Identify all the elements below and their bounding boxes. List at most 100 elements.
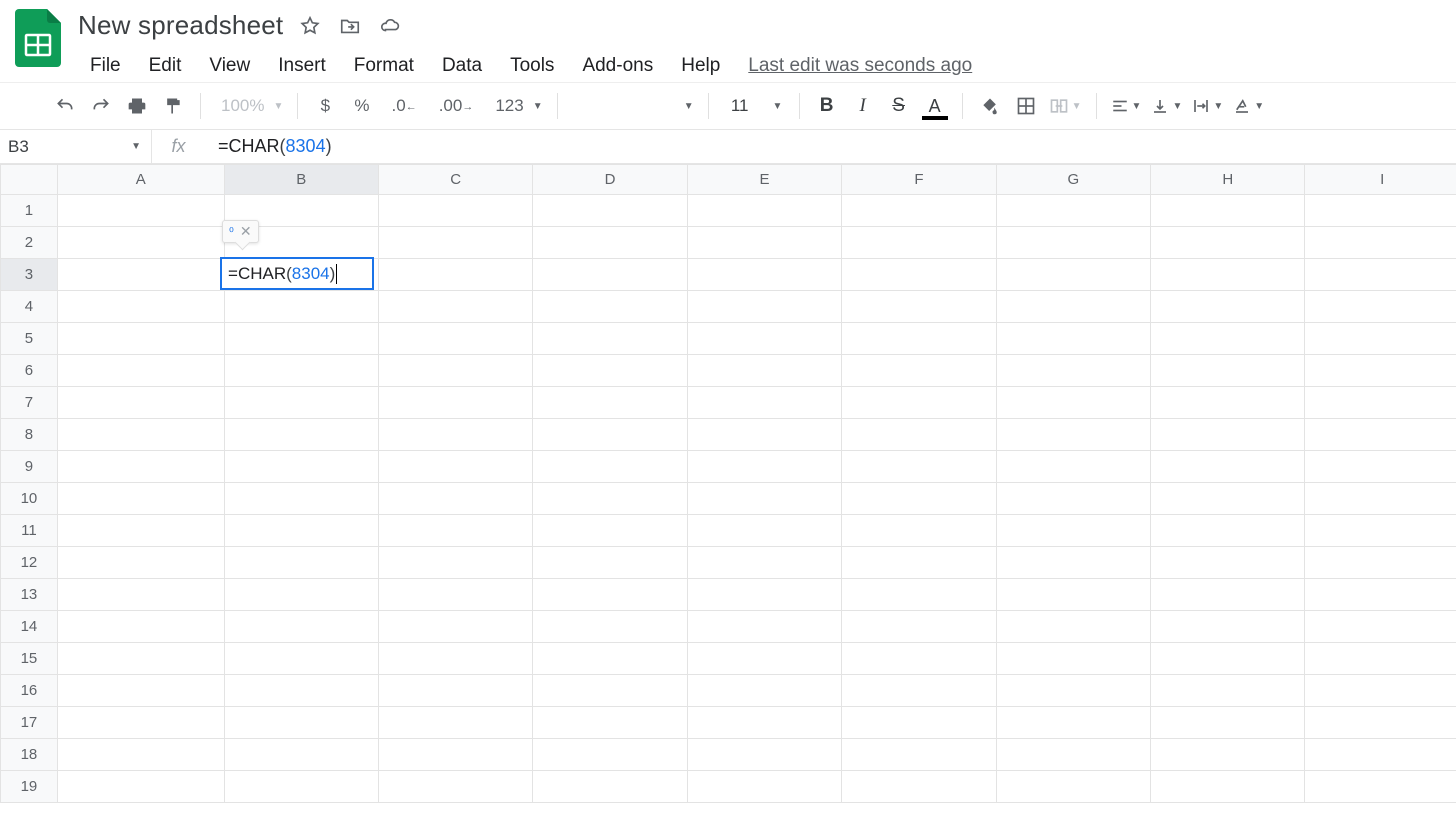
cell-D15[interactable] — [533, 643, 687, 675]
cell-F7[interactable] — [842, 387, 996, 419]
cell-F16[interactable] — [842, 675, 996, 707]
cell-H11[interactable] — [1151, 515, 1305, 547]
cell-F14[interactable] — [842, 611, 996, 643]
cell-A14[interactable] — [57, 611, 224, 643]
cell-B8[interactable] — [224, 419, 378, 451]
cell-F3[interactable] — [842, 259, 996, 291]
cell-C2[interactable] — [378, 227, 532, 259]
document-title[interactable]: New spreadsheet — [78, 10, 283, 41]
cell-F9[interactable] — [842, 451, 996, 483]
cell-I17[interactable] — [1305, 707, 1456, 739]
percent-button[interactable]: % — [344, 89, 379, 123]
cell-H12[interactable] — [1151, 547, 1305, 579]
cell-I4[interactable] — [1305, 291, 1456, 323]
col-header-E[interactable]: E — [687, 165, 841, 195]
cell-I2[interactable] — [1305, 227, 1456, 259]
cell-E15[interactable] — [687, 643, 841, 675]
cell-E17[interactable] — [687, 707, 841, 739]
cell-A7[interactable] — [57, 387, 224, 419]
redo-button[interactable] — [84, 89, 118, 123]
cell-D11[interactable] — [533, 515, 687, 547]
col-header-D[interactable]: D — [533, 165, 687, 195]
cell-G2[interactable] — [996, 227, 1150, 259]
cell-D8[interactable] — [533, 419, 687, 451]
cell-G7[interactable] — [996, 387, 1150, 419]
cell-H1[interactable] — [1151, 195, 1305, 227]
cell-A16[interactable] — [57, 675, 224, 707]
menu-format[interactable]: Format — [342, 51, 426, 81]
cell-I8[interactable] — [1305, 419, 1456, 451]
cell-E6[interactable] — [687, 355, 841, 387]
row-header-2[interactable]: 2 — [1, 227, 58, 259]
cell-G16[interactable] — [996, 675, 1150, 707]
cell-C14[interactable] — [378, 611, 532, 643]
cell-E19[interactable] — [687, 771, 841, 803]
cell-G14[interactable] — [996, 611, 1150, 643]
cell-B9[interactable] — [224, 451, 378, 483]
font-dropdown[interactable]: ▼ — [568, 89, 698, 123]
cell-B14[interactable] — [224, 611, 378, 643]
cell-B5[interactable] — [224, 323, 378, 355]
cell-H2[interactable] — [1151, 227, 1305, 259]
cell-C6[interactable] — [378, 355, 532, 387]
cell-D7[interactable] — [533, 387, 687, 419]
cell-D1[interactable] — [533, 195, 687, 227]
cell-I14[interactable] — [1305, 611, 1456, 643]
cell-I19[interactable] — [1305, 771, 1456, 803]
cell-F4[interactable] — [842, 291, 996, 323]
row-header-3[interactable]: 3 — [1, 259, 58, 291]
name-box[interactable]: B3 ▼ — [0, 130, 152, 163]
bold-button[interactable]: B — [810, 89, 844, 123]
cell-H10[interactable] — [1151, 483, 1305, 515]
menu-tools[interactable]: Tools — [498, 51, 566, 81]
cell-E10[interactable] — [687, 483, 841, 515]
italic-button[interactable]: I — [846, 89, 880, 123]
menu-help[interactable]: Help — [669, 51, 732, 81]
cell-G12[interactable] — [996, 547, 1150, 579]
close-icon[interactable]: ✕ — [240, 223, 252, 240]
cell-E9[interactable] — [687, 451, 841, 483]
cell-H18[interactable] — [1151, 739, 1305, 771]
cell-C3[interactable] — [378, 259, 532, 291]
row-header-19[interactable]: 19 — [1, 771, 58, 803]
cell-I15[interactable] — [1305, 643, 1456, 675]
cell-B7[interactable] — [224, 387, 378, 419]
col-header-G[interactable]: G — [996, 165, 1150, 195]
row-header-4[interactable]: 4 — [1, 291, 58, 323]
row-header-17[interactable]: 17 — [1, 707, 58, 739]
text-color-button[interactable]: A — [918, 89, 952, 123]
cell-D9[interactable] — [533, 451, 687, 483]
cell-I11[interactable] — [1305, 515, 1456, 547]
cell-G3[interactable] — [996, 259, 1150, 291]
cell-B6[interactable] — [224, 355, 378, 387]
cell-I12[interactable] — [1305, 547, 1456, 579]
paint-format-button[interactable] — [156, 89, 190, 123]
cell-A3[interactable] — [57, 259, 224, 291]
cell-A1[interactable] — [57, 195, 224, 227]
cell-A15[interactable] — [57, 643, 224, 675]
cell-G5[interactable] — [996, 323, 1150, 355]
cell-C7[interactable] — [378, 387, 532, 419]
menu-data[interactable]: Data — [430, 51, 494, 81]
cell-G9[interactable] — [996, 451, 1150, 483]
cell-C5[interactable] — [378, 323, 532, 355]
col-header-F[interactable]: F — [842, 165, 996, 195]
row-header-13[interactable]: 13 — [1, 579, 58, 611]
cell-F18[interactable] — [842, 739, 996, 771]
row-header-1[interactable]: 1 — [1, 195, 58, 227]
menu-view[interactable]: View — [197, 51, 262, 81]
cell-B13[interactable] — [224, 579, 378, 611]
cell-E13[interactable] — [687, 579, 841, 611]
cell-C1[interactable] — [378, 195, 532, 227]
row-header-12[interactable]: 12 — [1, 547, 58, 579]
row-header-5[interactable]: 5 — [1, 323, 58, 355]
cell-D19[interactable] — [533, 771, 687, 803]
row-header-9[interactable]: 9 — [1, 451, 58, 483]
cell-H8[interactable] — [1151, 419, 1305, 451]
cell-C11[interactable] — [378, 515, 532, 547]
col-header-H[interactable]: H — [1151, 165, 1305, 195]
merge-cells-button[interactable]: ▼ — [1045, 89, 1086, 123]
cell-A11[interactable] — [57, 515, 224, 547]
cell-D18[interactable] — [533, 739, 687, 771]
cell-H15[interactable] — [1151, 643, 1305, 675]
